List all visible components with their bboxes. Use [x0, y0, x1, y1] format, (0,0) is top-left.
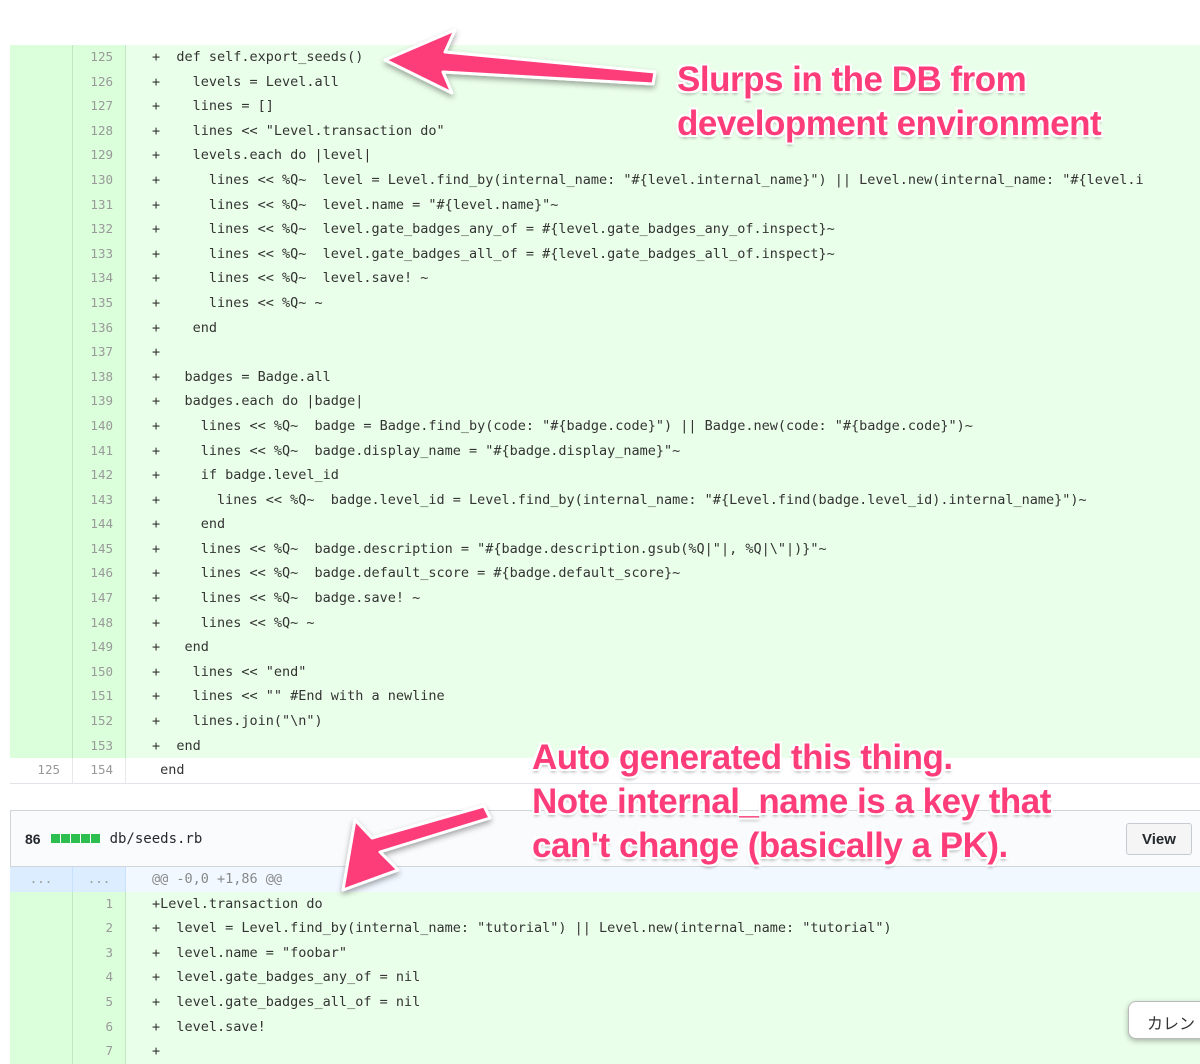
- annotation-line: development environment: [677, 104, 1102, 143]
- ime-tooltip: カレン: [1128, 1001, 1200, 1039]
- annotation-arrows: [341, 28, 657, 892]
- annotation-auto-generated: Auto generated this thing. Note internal…: [532, 736, 1051, 868]
- annotation-line: Slurps in the DB from: [677, 60, 1027, 99]
- annotation-slurps: Slurps in the DB from development enviro…: [677, 58, 1102, 146]
- annotation-line: Auto generated this thing.: [532, 738, 953, 777]
- arrow-to-seeds-file: [341, 804, 492, 892]
- arrow-to-export-seeds: [383, 28, 657, 95]
- annotation-line: can't change (basically a PK).: [532, 826, 1008, 865]
- annotation-line: Note internal_name is a key that: [532, 782, 1051, 821]
